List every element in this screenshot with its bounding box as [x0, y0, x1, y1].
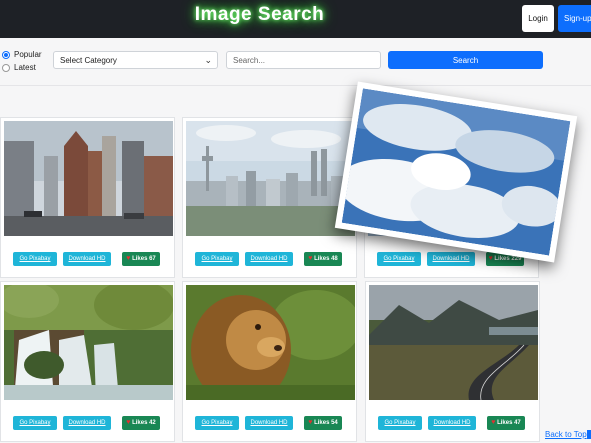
scroll-indicator: [587, 430, 591, 439]
app-title: Image Search: [194, 4, 325, 25]
heart-icon: ♥: [491, 419, 496, 426]
image-card: Go Pixabay Download HD ♥ Likes 48: [182, 117, 357, 278]
go-pixabay-button[interactable]: Go Pixabay: [13, 252, 57, 266]
radio-selected-icon[interactable]: [2, 50, 10, 59]
image-thumbnail-flatiron[interactable]: [4, 121, 173, 236]
go-pixabay-button[interactable]: Go Pixabay: [378, 416, 422, 430]
category-select[interactable]: Select Category ⌄: [53, 51, 218, 69]
search-input-placeholder: Search...: [233, 56, 266, 65]
top-navbar: Image Search Login Sign-up: [0, 0, 591, 38]
likes-count: Likes 47: [497, 420, 521, 426]
likes-count: Likes 48: [314, 256, 338, 262]
download-hd-button[interactable]: Download HD: [63, 416, 111, 430]
likes-badge[interactable]: ♥ Likes 67: [122, 252, 160, 266]
likes-count: Likes 229: [494, 256, 522, 262]
sort-popular-radio[interactable]: Popular: [2, 50, 42, 59]
back-to-top-link[interactable]: Back to Top: [545, 430, 587, 439]
image-thumbnail-mountain-road[interactable]: [369, 285, 538, 400]
radio-unselected-icon[interactable]: [2, 63, 10, 72]
image-thumbnail-skyline[interactable]: [186, 121, 355, 236]
signup-button[interactable]: Sign-up: [558, 5, 591, 32]
likes-count: Likes 54: [314, 420, 338, 426]
heart-icon: ♥: [126, 419, 131, 426]
image-thumbnail-waterfall[interactable]: [4, 285, 173, 400]
likes-badge[interactable]: ♥ Likes 48: [304, 252, 342, 266]
preview-image-clouds: [341, 88, 571, 256]
likes-badge[interactable]: ♥ Likes 47: [487, 416, 525, 430]
download-hd-button[interactable]: Download HD: [428, 416, 476, 430]
heart-icon: ♥: [308, 255, 313, 262]
likes-badge[interactable]: ♥ Likes 42: [122, 416, 160, 430]
image-card: Go Pixabay Download HD ♥ Likes 42: [0, 281, 175, 442]
download-hd-button[interactable]: Download HD: [427, 252, 475, 266]
image-thumbnail-lion[interactable]: [186, 285, 355, 400]
sort-popular-label: Popular: [14, 50, 42, 59]
likes-count: Likes 67: [132, 256, 156, 262]
heart-icon: ♥: [308, 419, 313, 426]
image-card: Go Pixabay Download HD ♥ Likes 54: [182, 281, 357, 442]
search-button[interactable]: Search: [388, 51, 543, 69]
chevron-down-icon: ⌄: [204, 55, 212, 65]
go-pixabay-button[interactable]: Go Pixabay: [195, 252, 239, 266]
filter-bar: Popular Latest Select Category ⌄ Search.…: [0, 38, 591, 86]
login-button[interactable]: Login: [522, 5, 554, 32]
sort-latest-radio[interactable]: Latest: [2, 63, 36, 72]
go-pixabay-button[interactable]: Go Pixabay: [377, 252, 421, 266]
image-card: Go Pixabay Download HD ♥ Likes 47: [365, 281, 540, 442]
heart-icon: ♥: [488, 255, 493, 262]
sort-latest-label: Latest: [14, 63, 36, 72]
download-hd-button[interactable]: Download HD: [63, 252, 111, 266]
heart-icon: ♥: [126, 255, 131, 262]
download-hd-button[interactable]: Download HD: [245, 416, 293, 430]
search-input[interactable]: Search...: [226, 51, 381, 69]
go-pixabay-button[interactable]: Go Pixabay: [195, 416, 239, 430]
category-select-value: Select Category: [60, 56, 117, 65]
image-card: Go Pixabay Download HD ♥ Likes 67: [0, 117, 175, 278]
go-pixabay-button[interactable]: Go Pixabay: [13, 416, 57, 430]
download-hd-button[interactable]: Download HD: [245, 252, 293, 266]
likes-count: Likes 42: [132, 420, 156, 426]
likes-badge[interactable]: ♥ Likes 54: [304, 416, 342, 430]
